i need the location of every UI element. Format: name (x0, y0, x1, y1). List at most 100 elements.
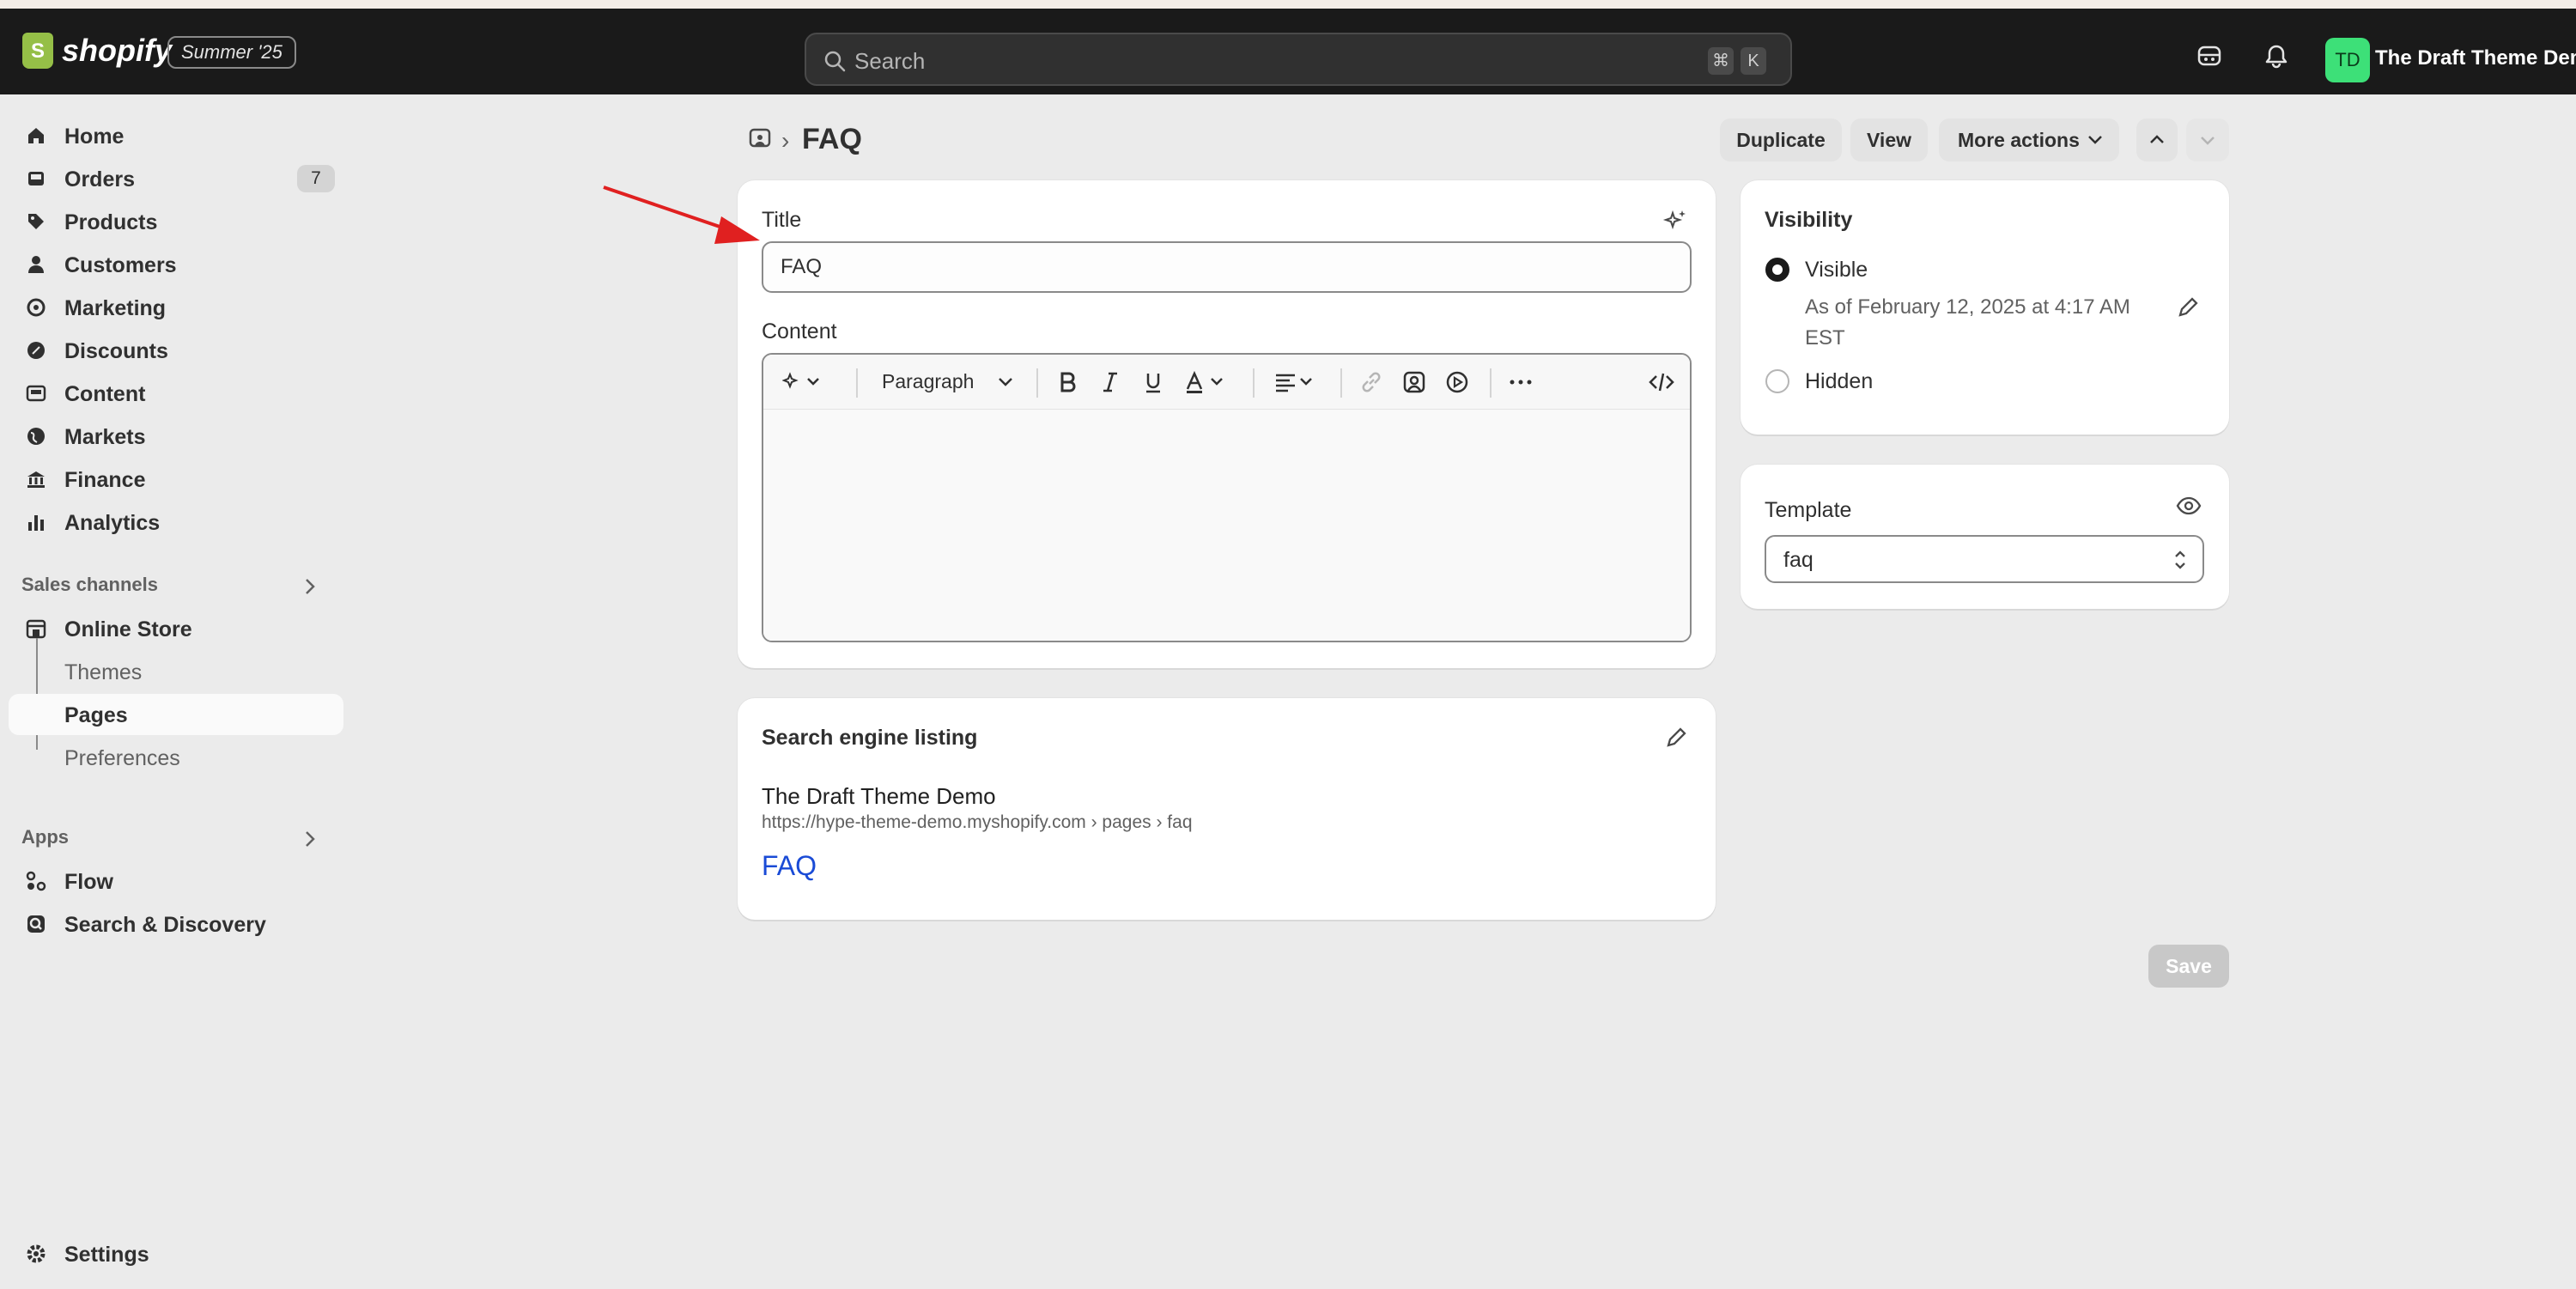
sidebar-subitem-pages[interactable]: Pages (9, 694, 343, 735)
editor-toolbar: Paragraph (763, 355, 1690, 410)
text-color-icon[interactable] (1184, 370, 1232, 394)
breadcrumb-separator: › (781, 127, 790, 154)
underline-icon[interactable] (1141, 370, 1165, 394)
next-page-button[interactable] (2186, 119, 2229, 161)
link-icon[interactable] (1359, 370, 1383, 394)
sidebar-item-analytics[interactable]: Analytics (9, 502, 343, 543)
image-icon[interactable] (1402, 370, 1426, 394)
title-label: Title (762, 208, 802, 232)
bank-icon (27, 471, 45, 488)
shopify-wordmark: shopify (62, 33, 173, 68)
sidebar-item-search-discovery[interactable]: Search & Discovery (9, 903, 343, 945)
template-heading: Template (1765, 498, 1852, 522)
shortcut-key-cmd: ⌘ (1708, 47, 1734, 75)
sidebar-subitem-preferences[interactable]: Preferences (9, 737, 343, 778)
pages-icon[interactable] (749, 127, 771, 149)
video-icon[interactable] (1445, 370, 1469, 394)
chevron-down-icon[interactable] (997, 375, 1014, 389)
gear-icon (27, 1244, 46, 1263)
magic-sparkle-icon[interactable] (1662, 208, 1688, 234)
editor-body[interactable] (763, 410, 1690, 641)
sales-channels-heading: Sales channels (21, 574, 158, 595)
sidebar-item-finance[interactable]: Finance (9, 459, 343, 500)
toolbar-divider (856, 368, 858, 398)
sidebar-item-products[interactable]: Products (9, 201, 343, 242)
bold-icon[interactable] (1055, 370, 1079, 394)
top-strip (0, 0, 2576, 9)
discount-icon (27, 342, 45, 359)
hidden-label[interactable]: Hidden (1805, 369, 1873, 394)
toolbar-divider (1340, 368, 1342, 398)
chevron-up-icon (2150, 135, 2164, 143)
sidebar-subitem-themes[interactable]: Themes (9, 651, 343, 692)
sidebar-item-settings[interactable]: Settings (9, 1233, 343, 1274)
visibility-heading: Visibility (1765, 208, 1853, 232)
template-select[interactable]: faq (1765, 535, 2204, 583)
tag-icon (28, 214, 44, 229)
store-avatar[interactable]: TD (2325, 38, 2370, 82)
view-button[interactable]: View (1850, 119, 1928, 161)
person-icon (28, 256, 44, 273)
visible-label[interactable]: Visible (1805, 258, 1868, 283)
rich-text-editor: Paragraph (762, 353, 1692, 642)
flow-icon (26, 871, 46, 891)
previous-page-button[interactable] (2136, 119, 2178, 161)
sidebar-item-orders[interactable]: Orders 7 (9, 158, 343, 199)
title-field[interactable]: FAQ (762, 241, 1692, 293)
sidebar-item-marketing[interactable]: Marketing (9, 287, 343, 328)
eye-icon[interactable] (2176, 495, 2202, 517)
inbox-icon (28, 172, 44, 185)
code-icon[interactable] (1648, 370, 1675, 394)
toolbar-divider (1036, 368, 1038, 398)
more-icon[interactable] (1507, 370, 1534, 394)
target-icon (27, 298, 46, 317)
chevron-right-icon[interactable] (302, 830, 318, 848)
bell-icon[interactable] (2263, 43, 2289, 69)
sidebar-item-online-store[interactable]: Online Store (9, 608, 343, 649)
more-actions-button[interactable]: More actions (1939, 119, 2119, 161)
visible-since-text: As of February 12, 2025 at 4:17 AM EST (1805, 295, 2130, 350)
store-name[interactable]: The Draft Theme Demo (2375, 46, 2576, 70)
hidden-radio[interactable] (1765, 369, 1789, 393)
edit-pencil-icon[interactable] (1664, 726, 1688, 750)
sidebar-item-markets[interactable]: Markets (9, 416, 343, 457)
magic-icon[interactable] (782, 370, 822, 394)
more-actions-label: More actions (1958, 129, 2080, 151)
search-discovery-icon (27, 915, 45, 933)
format-select[interactable]: Paragraph (882, 370, 974, 393)
edition-badge[interactable]: Summer '25 (167, 36, 296, 69)
toolbar-divider (1253, 368, 1255, 398)
template-select-value: faq (1783, 548, 1814, 572)
sidebar: Home Orders 7 Products Customers Marketi… (0, 94, 361, 1289)
seo-store-name: The Draft Theme Demo (762, 783, 996, 809)
search-placeholder: Search (854, 48, 926, 74)
visible-radio[interactable] (1765, 258, 1789, 282)
italic-icon[interactable] (1098, 370, 1122, 394)
align-icon[interactable] (1273, 370, 1321, 394)
sidebar-item-customers[interactable]: Customers (9, 244, 343, 285)
search-bar[interactable]: Search ⌘ K (805, 33, 1792, 86)
sidebar-item-content[interactable]: Content (9, 373, 343, 414)
store-icon (26, 619, 46, 639)
seo-url: https://hype-theme-demo.myshopify.com › … (762, 812, 1193, 832)
chevron-right-icon[interactable] (302, 577, 318, 596)
chevron-down-icon (2088, 136, 2102, 144)
edit-pencil-icon[interactable] (2176, 295, 2200, 319)
apps-heading: Apps (21, 826, 69, 848)
select-arrows-icon (2175, 550, 2185, 569)
duplicate-button[interactable]: Duplicate (1720, 119, 1842, 161)
sidebar-item-discounts[interactable]: Discounts (9, 330, 343, 371)
page-title: FAQ (802, 123, 862, 155)
shopify-logo[interactable]: S shopify (22, 33, 172, 69)
shopify-logo-icon: S (22, 33, 53, 69)
content-icon (26, 385, 46, 402)
sidekick-icon[interactable] (2196, 43, 2222, 69)
chevron-down-icon (2201, 137, 2215, 145)
sidebar-item-home[interactable]: Home (9, 115, 343, 156)
save-button[interactable]: Save (2148, 945, 2229, 988)
content-label: Content (762, 319, 837, 344)
home-icon (28, 128, 44, 143)
orders-count-badge: 7 (297, 165, 335, 192)
sidebar-item-flow[interactable]: Flow (9, 860, 343, 902)
bar-chart-icon (28, 515, 44, 531)
